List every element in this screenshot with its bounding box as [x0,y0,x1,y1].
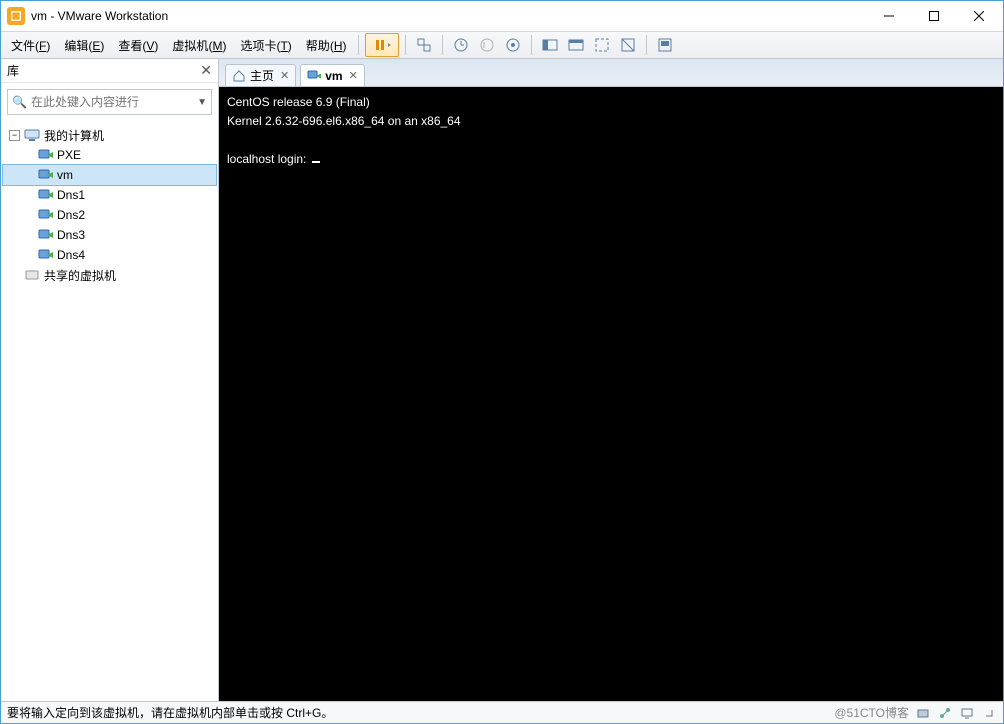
terminal-line: Kernel 2.6.32-696.el6.x86_64 on an x86_6… [227,114,461,128]
thumbnail-icon [657,37,673,53]
titlebar: vm - VMware Workstation [1,1,1003,31]
status-message: 要将输入定向到该虚拟机，请在虚拟机内部单击或按 Ctrl+G。 [7,704,333,721]
tree-vm-dns2[interactable]: Dns2 [3,205,216,225]
app-icon [7,7,25,25]
tray-display-icon[interactable] [959,705,975,721]
toolbar-unity-button[interactable] [616,33,640,57]
fullscreen-icon [594,37,610,53]
view-console-icon [542,37,558,53]
library-sidebar: 库 ✕ 🔍 ▼ − 我的计算机 PXE vm [1,59,219,701]
maximize-button[interactable] [911,2,956,31]
snapshot-manage-icon [505,37,521,53]
toolbar-snapshot-manage-button[interactable] [501,33,525,57]
tree-vm-dns3[interactable]: Dns3 [3,225,216,245]
pause-icon [373,38,391,52]
tree-vm-vm[interactable]: vm [3,165,216,185]
vm-icon [37,247,53,263]
vm-icon [307,69,321,83]
statusbar: 要将输入定向到该虚拟机，请在虚拟机内部单击或按 Ctrl+G。 @51CTO博客 [1,701,1003,723]
menu-edit[interactable]: 编辑(E) [58,33,110,58]
menu-help[interactable]: 帮助(H) [300,33,353,58]
shared-icon [24,267,40,283]
toolbar-separator [646,35,647,55]
watermark-text: @51CTO博客 [834,704,909,721]
menu-vm[interactable]: 虚拟机(M) [166,33,232,58]
menubar: 文件(F) 编辑(E) 查看(V) 虚拟机(M) 选项卡(T) 帮助(H) [1,31,1003,59]
toolbar-separator [531,35,532,55]
tree-root-my-computer[interactable]: − 我的计算机 [3,125,216,145]
vm-icon [37,207,53,223]
window-title: vm - VMware Workstation [31,9,866,23]
library-tree: − 我的计算机 PXE vm Dns1 Dns2 [1,121,218,289]
tree-root-label: 我的计算机 [44,127,104,144]
library-title: 库 [7,62,19,79]
tree-vm-dns1[interactable]: Dns1 [3,185,216,205]
close-button[interactable] [956,2,1001,31]
library-header: 库 ✕ [1,59,218,83]
vm-icon [37,187,53,203]
library-search[interactable]: 🔍 ▼ [7,89,212,115]
tray-network-icon[interactable] [937,705,953,721]
library-search-input[interactable] [31,95,193,109]
tab-close-button[interactable]: ✕ [349,69,358,82]
library-close-button[interactable]: ✕ [200,62,212,79]
search-icon: 🔍 [12,95,27,109]
tray-disk-icon[interactable] [915,705,931,721]
tab-vm[interactable]: vm ✕ [300,64,365,86]
snapshot-icon [453,37,469,53]
toolbar-separator [358,35,359,55]
toolbar-separator [405,35,406,55]
search-dropdown-icon[interactable]: ▼ [197,97,207,108]
terminal-line: localhost login: [227,152,310,166]
toolbar-snapshot-revert-button[interactable] [475,33,499,57]
status-tray: @51CTO博客 [834,704,997,721]
toolbar-thumbnail-button[interactable] [653,33,677,57]
toolbar-snapshot-take-button[interactable] [449,33,473,57]
toolbar-devices-button[interactable] [412,33,436,57]
computer-icon [24,127,40,143]
tree-collapse-icon[interactable]: − [9,130,20,141]
devices-icon [416,37,432,53]
unity-icon [620,37,636,53]
terminal-cursor [312,161,320,163]
tab-close-button[interactable]: ✕ [280,69,289,82]
menu-tabs[interactable]: 选项卡(T) [234,33,297,58]
content-area: 主页 ✕ vm ✕ CentOS release 6.9 (Final) Ker… [219,59,1003,701]
vm-icon [37,147,53,163]
main-area: 库 ✕ 🔍 ▼ − 我的计算机 PXE vm [1,59,1003,701]
tray-expand-icon[interactable] [981,705,997,721]
vm-console[interactable]: CentOS release 6.9 (Final) Kernel 2.6.32… [219,87,1003,701]
toolbar-separator [442,35,443,55]
home-icon [232,69,246,83]
tree-shared-vms[interactable]: 共享的虚拟机 [3,265,216,285]
tree-vm-pxe[interactable]: PXE [3,145,216,165]
toolbar-view-console-button[interactable] [538,33,562,57]
window-controls [866,2,1001,31]
vm-icon [37,167,53,183]
menu-view[interactable]: 查看(V) [112,33,164,58]
tree-vm-dns4[interactable]: Dns4 [3,245,216,265]
snapshot-revert-icon [479,37,495,53]
terminal-line: CentOS release 6.9 (Final) [227,95,370,109]
toolbar-view-single-button[interactable] [564,33,588,57]
minimize-button[interactable] [866,2,911,31]
vm-icon [37,227,53,243]
tab-strip: 主页 ✕ vm ✕ [219,59,1003,87]
toolbar-pause-button[interactable] [365,33,399,57]
tab-home[interactable]: 主页 ✕ [225,64,296,86]
view-single-icon [568,37,584,53]
toolbar-fullscreen-button[interactable] [590,33,614,57]
menu-file[interactable]: 文件(F) [5,33,56,58]
